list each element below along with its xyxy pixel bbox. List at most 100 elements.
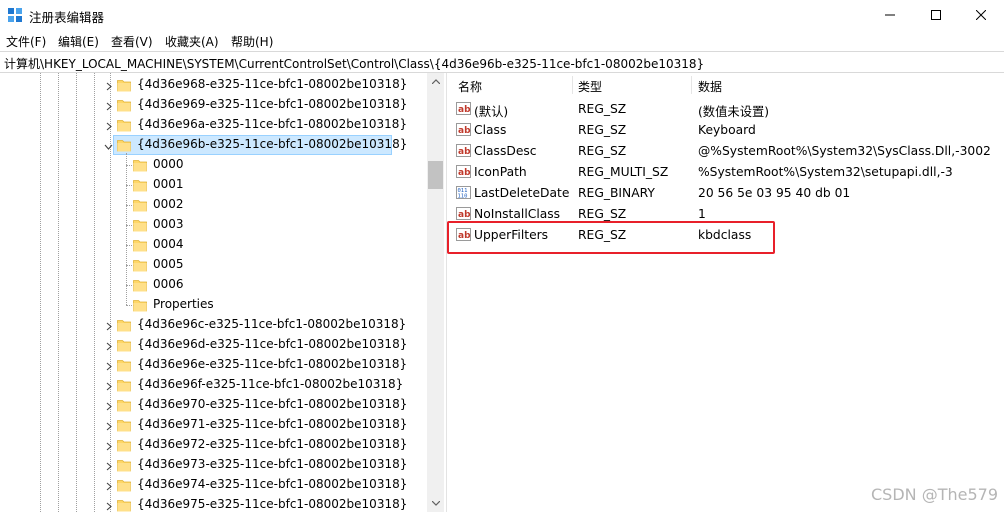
- expand-chevron-icon[interactable]: [104, 120, 113, 131]
- maximize-button[interactable]: [913, 0, 959, 30]
- folder-icon: [133, 178, 147, 192]
- expand-chevron-icon[interactable]: [104, 500, 113, 511]
- value-name[interactable]: IconPath: [474, 165, 527, 179]
- folder-icon: [133, 298, 147, 312]
- value-type[interactable]: REG_SZ: [578, 207, 626, 221]
- folder-icon: [117, 358, 131, 372]
- tree-key-label[interactable]: {4d36e973-e325-11ce-bfc1-08002be10318}: [137, 457, 407, 471]
- expand-chevron-icon[interactable]: [104, 100, 113, 111]
- title-bar: 注册表编辑器: [0, 0, 1004, 30]
- menu-view[interactable]: 查看(V): [111, 33, 153, 50]
- folder-icon: [117, 438, 131, 452]
- tree-key-label[interactable]: {4d36e96d-e325-11ce-bfc1-08002be10318}: [137, 337, 407, 351]
- value-data[interactable]: 20 56 5e 03 95 40 db 01: [698, 186, 850, 200]
- string-value-icon: ab: [456, 144, 471, 157]
- value-name[interactable]: Class: [474, 123, 506, 137]
- value-data[interactable]: 1: [698, 207, 706, 221]
- folder-icon: [117, 118, 131, 132]
- folder-icon: [133, 218, 147, 232]
- expand-chevron-icon[interactable]: [104, 460, 113, 471]
- tree-subkey-label[interactable]: 0001: [153, 177, 184, 191]
- address-path[interactable]: 计算机\HKEY_LOCAL_MACHINE\SYSTEM\CurrentCon…: [4, 55, 704, 72]
- tree-scroll-thumb[interactable]: [428, 161, 443, 189]
- collapse-chevron-icon[interactable]: [104, 140, 113, 150]
- scroll-down-button[interactable]: [428, 496, 443, 511]
- watermark: CSDN @The579: [871, 485, 998, 504]
- value-name[interactable]: NoInstallClass: [474, 207, 560, 221]
- scroll-up-button[interactable]: [428, 74, 443, 89]
- value-name[interactable]: (默认): [474, 102, 508, 120]
- close-button[interactable]: [958, 0, 1004, 30]
- expand-chevron-icon[interactable]: [104, 480, 113, 491]
- menu-help[interactable]: 帮助(H): [231, 33, 273, 50]
- folder-icon: [117, 398, 131, 412]
- tree-subkey-label[interactable]: 0002: [153, 197, 184, 211]
- chevron-up-icon: [431, 79, 440, 84]
- expand-chevron-icon[interactable]: [104, 340, 113, 351]
- tree-key-label[interactable]: {4d36e96e-e325-11ce-bfc1-08002be10318}: [137, 357, 407, 371]
- minimize-button[interactable]: [867, 0, 913, 30]
- column-header-type[interactable]: 类型: [578, 73, 690, 95]
- tree-key-label[interactable]: {4d36e974-e325-11ce-bfc1-08002be10318}: [137, 477, 407, 491]
- expand-chevron-icon[interactable]: [104, 380, 113, 391]
- binary-value-icon: 011 110: [456, 186, 471, 200]
- expand-chevron-icon[interactable]: [104, 360, 113, 371]
- value-type[interactable]: REG_SZ: [578, 123, 626, 137]
- menu-file[interactable]: 文件(F): [6, 33, 46, 50]
- string-value-icon: ab: [456, 165, 471, 178]
- tree-key-label[interactable]: {4d36e970-e325-11ce-bfc1-08002be10318}: [137, 397, 407, 411]
- tree-subkey-label[interactable]: Properties: [153, 297, 214, 311]
- column-divider[interactable]: [572, 76, 573, 94]
- tree-guide-line: [76, 73, 78, 512]
- tree-key-label[interactable]: {4d36e96b-e325-11ce-bfc1-08002be10318}: [137, 137, 407, 151]
- folder-icon: [117, 98, 131, 112]
- value-type[interactable]: REG_BINARY: [578, 186, 655, 200]
- column-header-data[interactable]: 数据: [698, 73, 998, 95]
- tree-scrollbar[interactable]: [427, 73, 444, 512]
- tree-key-label[interactable]: {4d36e96f-e325-11ce-bfc1-08002be10318}: [137, 377, 403, 391]
- column-divider[interactable]: [691, 76, 692, 94]
- value-name[interactable]: LastDeleteDate: [474, 186, 569, 200]
- value-type[interactable]: REG_SZ: [578, 144, 626, 158]
- value-data[interactable]: @%SystemRoot%\System32\SysClass.Dll,-300…: [698, 144, 991, 158]
- value-type[interactable]: REG_MULTI_SZ: [578, 165, 668, 179]
- string-value-icon: ab: [456, 102, 471, 115]
- key-tree-pane[interactable]: {4d36e968-e325-11ce-bfc1-08002be10318} {4…: [0, 73, 444, 512]
- tree-key-label[interactable]: {4d36e972-e325-11ce-bfc1-08002be10318}: [137, 437, 407, 451]
- tree-subkey-label[interactable]: 0006: [153, 277, 184, 291]
- tree-key-label[interactable]: {4d36e968-e325-11ce-bfc1-08002be10318}: [137, 77, 407, 91]
- tree-subkey-label[interactable]: 0004: [153, 237, 184, 251]
- values-list-pane[interactable]: [447, 73, 1004, 512]
- value-data[interactable]: Keyboard: [698, 123, 756, 137]
- expand-chevron-icon[interactable]: [104, 80, 113, 91]
- tree-key-label[interactable]: {4d36e971-e325-11ce-bfc1-08002be10318}: [137, 417, 407, 431]
- string-value-icon: ab: [456, 207, 471, 220]
- tree-key-label[interactable]: {4d36e96a-e325-11ce-bfc1-08002be10318}: [137, 117, 407, 131]
- tree-subkey-label[interactable]: 0005: [153, 257, 184, 271]
- value-type[interactable]: REG_SZ: [578, 102, 626, 116]
- menu-edit[interactable]: 编辑(E): [58, 33, 99, 50]
- tree-key-label[interactable]: {4d36e975-e325-11ce-bfc1-08002be10318}: [137, 497, 407, 511]
- tree-guide-line: [126, 153, 128, 305]
- folder-icon: [133, 238, 147, 252]
- expand-chevron-icon[interactable]: [104, 420, 113, 431]
- expand-chevron-icon[interactable]: [104, 440, 113, 451]
- tree-subkey-label[interactable]: 0000: [153, 157, 184, 171]
- folder-icon: [117, 138, 131, 152]
- tree-key-label[interactable]: {4d36e96c-e325-11ce-bfc1-08002be10318}: [137, 317, 406, 331]
- tree-key-label[interactable]: {4d36e969-e325-11ce-bfc1-08002be10318}: [137, 97, 407, 111]
- window-title: 注册表编辑器: [29, 10, 105, 25]
- string-value-icon: ab: [456, 123, 471, 136]
- value-data[interactable]: %SystemRoot%\System32\setupapi.dll,-3: [698, 165, 953, 179]
- value-name[interactable]: ClassDesc: [474, 144, 537, 158]
- address-bar[interactable]: 计算机\HKEY_LOCAL_MACHINE\SYSTEM\CurrentCon…: [0, 51, 1004, 73]
- menu-favorites[interactable]: 收藏夹(A): [165, 33, 219, 50]
- tree-subkey-label[interactable]: 0003: [153, 217, 184, 231]
- expand-chevron-icon[interactable]: [104, 320, 113, 331]
- folder-icon: [117, 378, 131, 392]
- expand-chevron-icon[interactable]: [104, 400, 113, 411]
- highlight-annotation-box: [447, 221, 775, 254]
- folder-icon: [117, 318, 131, 332]
- column-header-name[interactable]: 名称: [458, 73, 572, 95]
- value-data[interactable]: (数值未设置): [698, 102, 769, 120]
